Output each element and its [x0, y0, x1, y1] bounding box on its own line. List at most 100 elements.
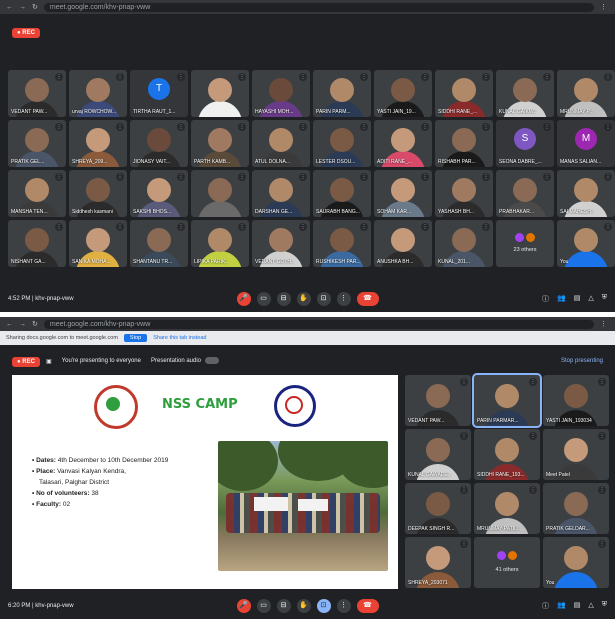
end-call-icon[interactable]: ☎	[356, 292, 379, 306]
mic-toggle-icon[interactable]: 🎤	[236, 292, 251, 306]
participant-tile[interactable]: ⋮ SHREYA_203071	[405, 537, 471, 588]
forward-icon[interactable]: →	[19, 4, 26, 11]
participant-tile[interactable]: ⋮ SOHAM KAR...	[374, 170, 432, 217]
activities-icon[interactable]: △	[588, 294, 593, 304]
tile-options-icon[interactable]: ⋮	[55, 73, 63, 81]
participant-tile[interactable]: ⋮ YASTI JAIN_19...	[374, 70, 432, 117]
tile-options-icon[interactable]: ⋮	[482, 123, 490, 131]
tile-options-icon[interactable]: ⋮	[177, 73, 185, 81]
participant-tile[interactable]: ⋮ Siddhesh kasmani	[69, 170, 127, 217]
tile-options-icon[interactable]: ⋮	[299, 73, 307, 81]
tile-options-icon[interactable]: ⋮	[177, 123, 185, 131]
tile-options-icon[interactable]: ⋮	[460, 432, 468, 440]
tile-options-icon[interactable]: ⋮	[421, 73, 429, 81]
tile-options-icon[interactable]: ⋮	[299, 223, 307, 231]
tile-options-icon[interactable]: ⋮	[116, 73, 124, 81]
tile-options-icon[interactable]: ⋮	[543, 123, 551, 131]
meeting-info-icon[interactable]: ⓘ	[542, 601, 549, 611]
tile-options-icon[interactable]: ⋮	[598, 378, 606, 386]
tile-options-icon[interactable]: ⋮	[55, 173, 63, 181]
participant-tile[interactable]: ⋮ Meet Patel	[543, 429, 609, 480]
tile-options-icon[interactable]: ⋮	[116, 173, 124, 181]
participant-tile[interactable]: ⋮ urvaj ROWCHOW...	[69, 70, 127, 117]
participant-tile[interactable]: ⋮	[191, 170, 249, 217]
tile-options-icon[interactable]: ⋮	[604, 123, 612, 131]
participant-tile[interactable]: ⋮ NISHANT GA...	[8, 220, 66, 267]
tile-options-icon[interactable]: ⋮	[543, 173, 551, 181]
participant-tile[interactable]: ⋮ PARTH KAMB...	[191, 120, 249, 167]
raise-hand-icon[interactable]: ✋	[296, 292, 311, 306]
participant-tile[interactable]: ⋮ KUNAL_201...	[435, 220, 493, 267]
tile-options-icon[interactable]: ⋮	[55, 223, 63, 231]
tile-options-icon[interactable]: ⋮	[421, 173, 429, 181]
tile-options-icon[interactable]: ⋮	[421, 223, 429, 231]
stop-sharing-button[interactable]: Stop	[123, 334, 148, 342]
people-icon[interactable]: 👥	[557, 601, 566, 611]
participant-tile[interactable]: ⋮ PARIN PARMAR...	[472, 373, 542, 428]
participant-tile[interactable]: T ⋮ TIRTHA RAUT_1...	[130, 70, 188, 117]
chat-icon[interactable]: ▤	[574, 294, 581, 304]
tile-options-icon[interactable]: ⋮	[604, 173, 612, 181]
tile-options-icon[interactable]: ⋮	[360, 73, 368, 81]
participant-tile[interactable]: ⋮ LESTER DSOU...	[313, 120, 371, 167]
host-controls-icon[interactable]: ⛨	[602, 294, 607, 304]
tile-options-icon[interactable]: ⋮	[116, 223, 124, 231]
tile-options-icon[interactable]: ⋮	[299, 123, 307, 131]
tile-options-icon[interactable]: ⋮	[55, 123, 63, 131]
participant-tile[interactable]: ⋮ You	[557, 220, 615, 267]
browser-menu-icon[interactable]: ⋮	[600, 320, 609, 328]
participant-tile[interactable]: ⋮ VEDANT GOTH...	[252, 220, 310, 267]
tile-options-icon[interactable]: ⋮	[360, 123, 368, 131]
participant-tile[interactable]: ⋮ RISHABH PAR...	[435, 120, 493, 167]
stop-presenting-button[interactable]: Stop presenting	[561, 358, 603, 364]
participant-tile[interactable]: ⋮ ANUSHKA BH...	[374, 220, 432, 267]
people-icon[interactable]: 👥	[557, 294, 566, 304]
participant-tile[interactable]: ⋮ SAKSHI BHOS...	[130, 170, 188, 217]
tile-options-icon[interactable]: ⋮	[598, 432, 606, 440]
tile-options-icon[interactable]: ⋮	[482, 73, 490, 81]
reload-icon[interactable]: ↻	[32, 320, 38, 328]
participant-tile[interactable]: ⋮ LIPIKA PARIK...	[191, 220, 249, 267]
participant-tile[interactable]: ⋮ PRATIK GELDAR...	[543, 483, 609, 534]
end-call-icon[interactable]: ☎	[356, 599, 379, 613]
participant-tile[interactable]: ⋮ SANIKA MOHA...	[69, 220, 127, 267]
participant-tile[interactable]: ⋮ You	[543, 537, 609, 588]
mic-toggle-icon[interactable]: 🎤	[236, 599, 251, 613]
tile-options-icon[interactable]: ⋮	[360, 173, 368, 181]
participant-tile[interactable]: ⋮ RUSHIKESH PAR...	[313, 220, 371, 267]
present-icon[interactable]: ⊡	[316, 292, 331, 306]
more-options-icon[interactable]: ⋮	[336, 292, 351, 306]
tile-options-icon[interactable]: ⋮	[482, 223, 490, 231]
participant-tile[interactable]: ⋮ ATUL DOLNA...	[252, 120, 310, 167]
participant-tile[interactable]: ⋮ YASTI JAIN_193034	[543, 375, 609, 426]
tile-options-icon[interactable]: ⋮	[238, 223, 246, 231]
tile-options-icon[interactable]: ⋮	[238, 123, 246, 131]
tile-options-icon[interactable]: ⋮	[460, 540, 468, 548]
tile-options-icon[interactable]: ⋮	[177, 223, 185, 231]
participant-tile[interactable]: ⋮ DARSHAN GE...	[252, 170, 310, 217]
participant-tile[interactable]: ⋮ YASHASH BH...	[435, 170, 493, 217]
activities-icon[interactable]: △	[588, 601, 593, 611]
present-icon[interactable]: ⊡	[316, 599, 331, 613]
participant-tile[interactable]: ⋮ KUNAL GAIKW...	[496, 70, 554, 117]
tile-options-icon[interactable]: ⋮	[299, 173, 307, 181]
participant-tile[interactable]: S ⋮ SEONA DABRE_...	[496, 120, 554, 167]
tile-options-icon[interactable]: ⋮	[460, 378, 468, 386]
tile-options-icon[interactable]: ⋮	[604, 73, 612, 81]
others-tile[interactable]: 23 others	[496, 220, 554, 267]
tile-options-icon[interactable]: ⋮	[598, 486, 606, 494]
participant-tile[interactable]: ⋮ PARIN PARM...	[313, 70, 371, 117]
more-options-icon[interactable]: ⋮	[336, 599, 351, 613]
tile-options-icon[interactable]: ⋮	[421, 123, 429, 131]
tile-options-icon[interactable]: ⋮	[177, 173, 185, 181]
tile-options-icon[interactable]: ⋮	[529, 486, 537, 494]
back-icon[interactable]: ←	[6, 4, 13, 11]
presentation-audio-toggle[interactable]	[205, 357, 220, 365]
tile-options-icon[interactable]: ⋮	[598, 540, 606, 548]
tile-options-icon[interactable]: ⋮	[116, 123, 124, 131]
captions-icon[interactable]: ⊟	[276, 292, 291, 306]
address-bar[interactable]: meet.google.com/khv-pnap-vww	[43, 2, 594, 12]
back-icon[interactable]: ←	[6, 321, 13, 328]
forward-icon[interactable]: →	[19, 321, 26, 328]
participant-tile[interactable]: ⋮ MRUNMAY PATIL...	[474, 483, 540, 534]
